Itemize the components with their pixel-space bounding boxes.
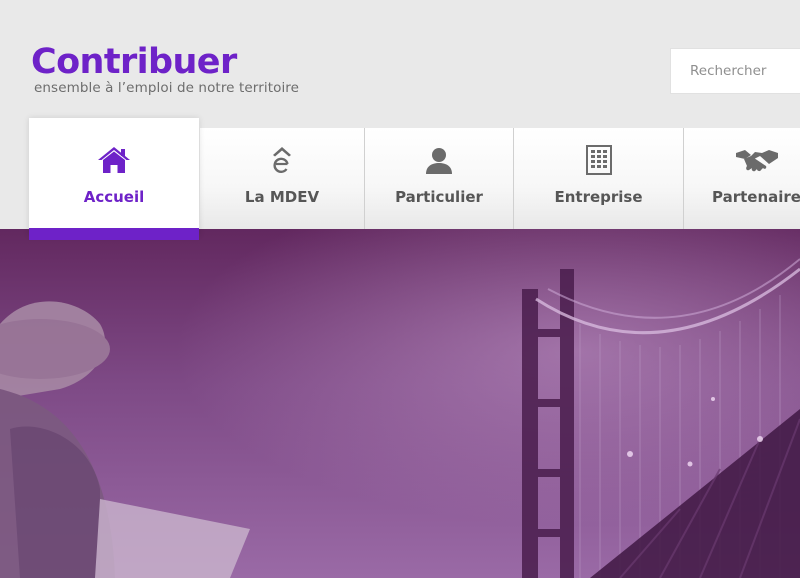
nav-item-partenaire[interactable]: Partenaire (684, 128, 800, 236)
nav-item-entreprise[interactable]: Entreprise (514, 128, 684, 236)
nav-item-particulier[interactable]: Particulier (365, 128, 514, 236)
nav-item-label: Particulier (395, 188, 483, 206)
site-header: Contribuer ensemble à l’emploi de notre … (0, 0, 800, 241)
brand[interactable]: Contribuer ensemble à l’emploi de notre … (31, 40, 299, 96)
active-tab-indicator (29, 228, 199, 240)
hero-image (0, 229, 800, 578)
handshake-icon (735, 144, 779, 176)
hero-banner (0, 229, 800, 578)
person-icon (424, 144, 454, 176)
nav-item-label: Partenaire (712, 188, 800, 206)
nav-item-label: Entreprise (554, 188, 643, 206)
main-nav: Accueil La MDEV Particulier Entreprise P… (29, 118, 800, 242)
nav-item-label: La MDEV (244, 188, 320, 206)
search-box[interactable] (670, 48, 800, 94)
site-tagline: ensemble à l’emploi de notre territoire (34, 80, 300, 96)
nav-item-accueil[interactable]: Accueil (29, 118, 199, 240)
home-icon (96, 144, 132, 176)
site-logo-title[interactable]: Contribuer (31, 40, 299, 84)
nav-item-label: Accueil (83, 188, 145, 206)
nav-item-la-mdev[interactable]: La MDEV (200, 128, 365, 236)
building-icon (585, 144, 613, 176)
search-input[interactable] (690, 63, 800, 79)
mdev-logo-icon (270, 144, 294, 176)
